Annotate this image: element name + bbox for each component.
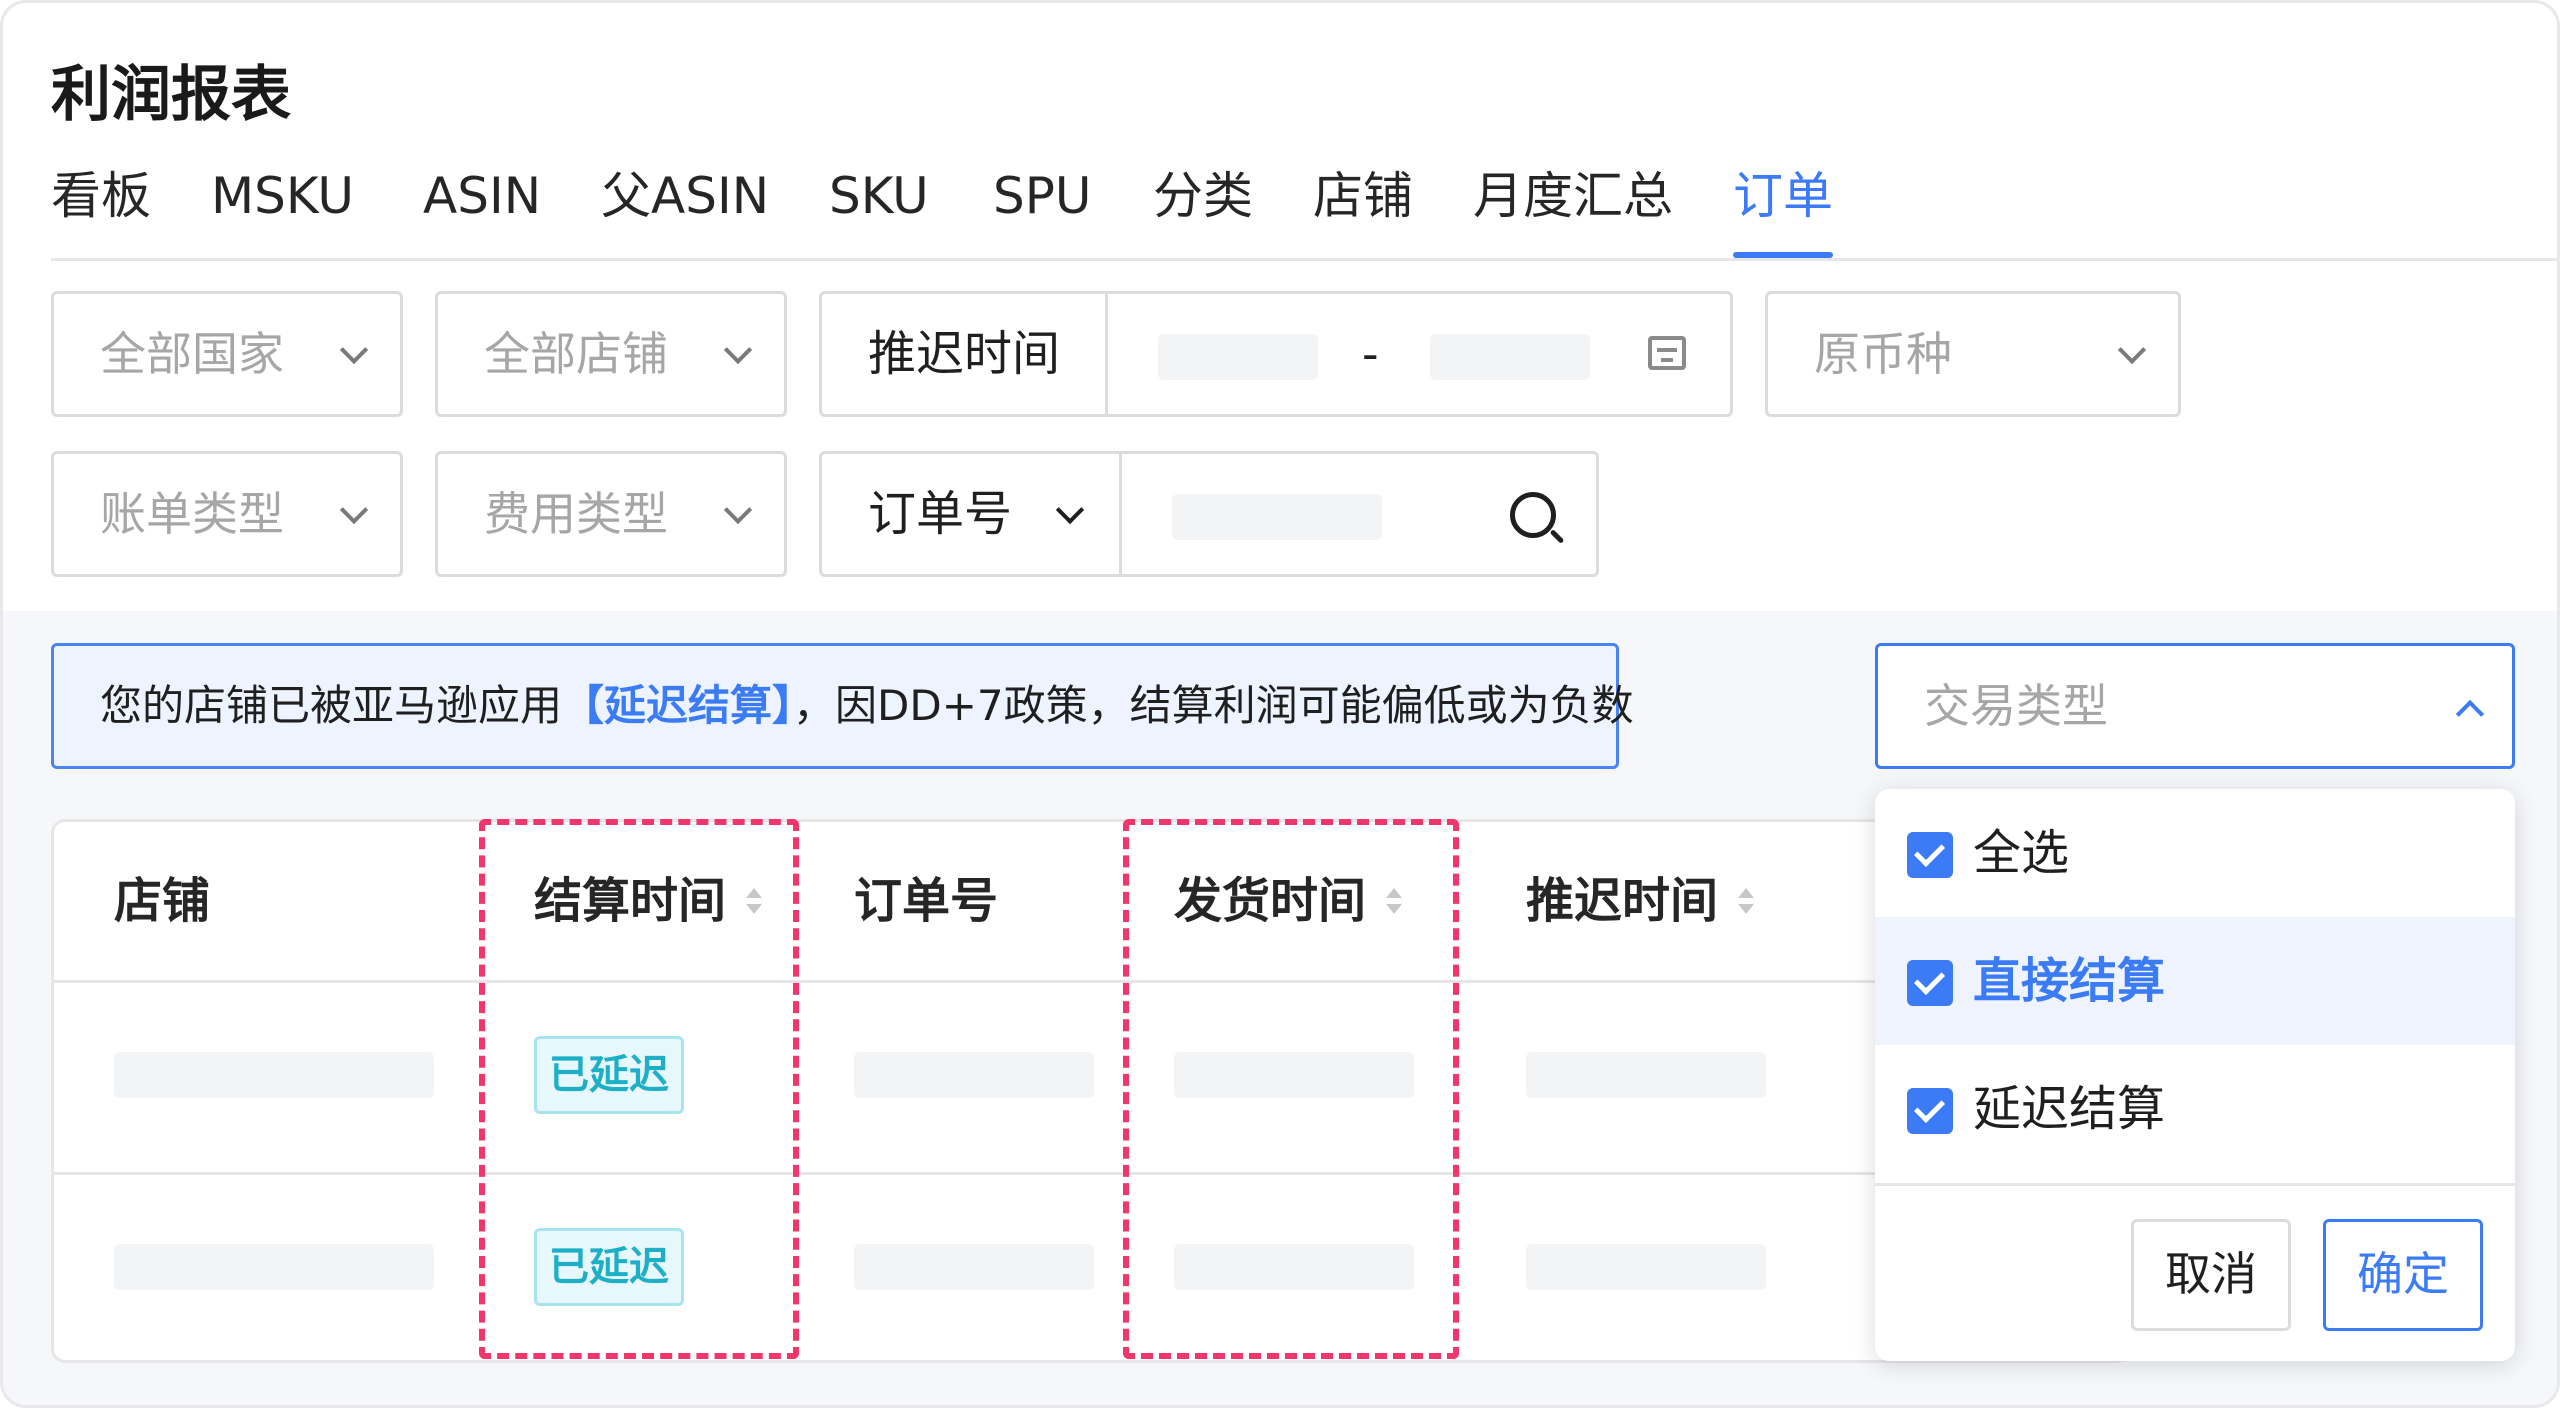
profit-report-window: 利润报表 看板 MSKU ASIN 父ASIN SKU SPU 分类 店铺 月度…	[0, 0, 2560, 1408]
tab-msku[interactable]: MSKU	[211, 157, 354, 258]
transaction-type-dropdown: 全选 直接结算 延迟结算 取消 确定	[1875, 789, 2515, 1361]
order-search-group: 订单号	[819, 451, 1599, 577]
tab-spu[interactable]: SPU	[993, 157, 1092, 258]
chevron-down-icon	[723, 495, 753, 525]
tab-category[interactable]: 分类	[1153, 157, 1253, 258]
fee-type-select[interactable]: 费用类型	[435, 451, 787, 577]
checkbox-checked-icon[interactable]	[1907, 1088, 1953, 1134]
option-direct-settlement[interactable]: 直接结算	[1875, 917, 2515, 1045]
fee-type-select-value: 费用类型	[484, 487, 668, 541]
dropdown-divider	[1875, 1183, 2515, 1186]
delay-time-range: 推迟时间 -	[819, 291, 1733, 417]
delay-time-cell-placeholder	[1526, 1052, 1766, 1098]
range-separator: -	[1362, 327, 1379, 381]
option-label: 直接结算	[1973, 953, 2166, 1009]
shop-cell-placeholder	[114, 1052, 434, 1098]
checkbox-checked-icon[interactable]	[1907, 960, 1953, 1006]
order-field-select[interactable]: 订单号	[822, 454, 1122, 574]
order-no-cell-placeholder	[854, 1052, 1094, 1098]
tab-asin[interactable]: ASIN	[423, 157, 541, 258]
tab-dashboard[interactable]: 看板	[51, 157, 151, 258]
orders-table: 店铺 结算时间 订单号 发货时间 推迟时间 已延迟 已延迟	[51, 819, 2131, 1363]
tab-sku[interactable]: SKU	[829, 157, 929, 258]
report-tabs: 看板 MSKU ASIN 父ASIN SKU SPU 分类 店铺 月度汇总 订单	[51, 157, 2557, 261]
calendar-icon[interactable]	[1648, 336, 1686, 370]
tab-orders[interactable]: 订单	[1733, 157, 1833, 258]
order-no-cell-placeholder	[854, 1244, 1094, 1290]
chevron-down-icon	[1055, 495, 1085, 525]
option-delayed-settlement[interactable]: 延迟结算	[1875, 1045, 2515, 1173]
currency-select[interactable]: 原币种	[1765, 291, 2181, 417]
order-field-label: 订单号	[868, 486, 1013, 542]
chevron-down-icon	[339, 335, 369, 365]
search-icon[interactable]	[1510, 492, 1556, 538]
chevron-down-icon	[339, 495, 369, 525]
delay-settlement-alert: 您的店铺已被亚马逊应用【延迟结算】，因DD+7政策，结算利润可能偏低或为负数	[51, 643, 1634, 769]
alert-highlight: 【延迟结算】	[562, 681, 794, 730]
tab-monthly-summary[interactable]: 月度汇总	[1473, 157, 1673, 258]
country-select[interactable]: 全部国家	[51, 291, 403, 417]
currency-select-value: 原币种	[1814, 327, 1952, 381]
column-header-shop: 店铺	[114, 873, 211, 929]
alert-prefix: 您的店铺已被亚马逊应用	[100, 681, 563, 730]
chevron-down-icon	[2117, 335, 2147, 365]
checkbox-checked-icon[interactable]	[1907, 832, 1953, 878]
alert-suffix: ，因DD+7政策，结算利润可能偏低或为负数	[793, 681, 1634, 730]
shop-select-value: 全部店铺	[484, 327, 668, 381]
settlement-time-highlight	[479, 819, 799, 1359]
range-end-input[interactable]	[1430, 334, 1590, 380]
option-select-all[interactable]: 全选	[1875, 789, 2515, 917]
cancel-button[interactable]: 取消	[2131, 1219, 2291, 1331]
transaction-type-placeholder: 交易类型	[1924, 679, 2108, 733]
bill-type-select-value: 账单类型	[100, 487, 284, 541]
order-search-input[interactable]	[1172, 494, 1382, 540]
ship-time-highlight	[1123, 819, 1459, 1359]
chevron-up-icon	[2455, 699, 2485, 729]
chevron-down-icon	[723, 335, 753, 365]
transaction-type-select[interactable]: 交易类型	[1875, 643, 2515, 769]
column-header-order-no: 订单号	[854, 873, 999, 929]
option-label: 全选	[1973, 825, 2070, 881]
delay-time-cell-placeholder	[1526, 1244, 1766, 1290]
range-start-input[interactable]	[1158, 334, 1318, 380]
row-divider	[54, 1172, 2128, 1175]
option-label: 延迟结算	[1973, 1081, 2166, 1137]
page-title: 利润报表	[51, 60, 291, 130]
tab-shop[interactable]: 店铺	[1313, 157, 1413, 258]
shop-cell-placeholder	[114, 1244, 434, 1290]
shop-select[interactable]: 全部店铺	[435, 291, 787, 417]
delay-time-label: 推迟时间	[822, 294, 1108, 414]
bill-type-select[interactable]: 账单类型	[51, 451, 403, 577]
tab-parent-asin[interactable]: 父ASIN	[601, 157, 769, 258]
column-header-delay-time[interactable]: 推迟时间	[1526, 822, 1718, 980]
country-select-value: 全部国家	[100, 327, 284, 381]
sort-icon[interactable]	[1738, 888, 1754, 914]
confirm-button[interactable]: 确定	[2323, 1219, 2483, 1331]
row-divider	[54, 980, 2128, 983]
